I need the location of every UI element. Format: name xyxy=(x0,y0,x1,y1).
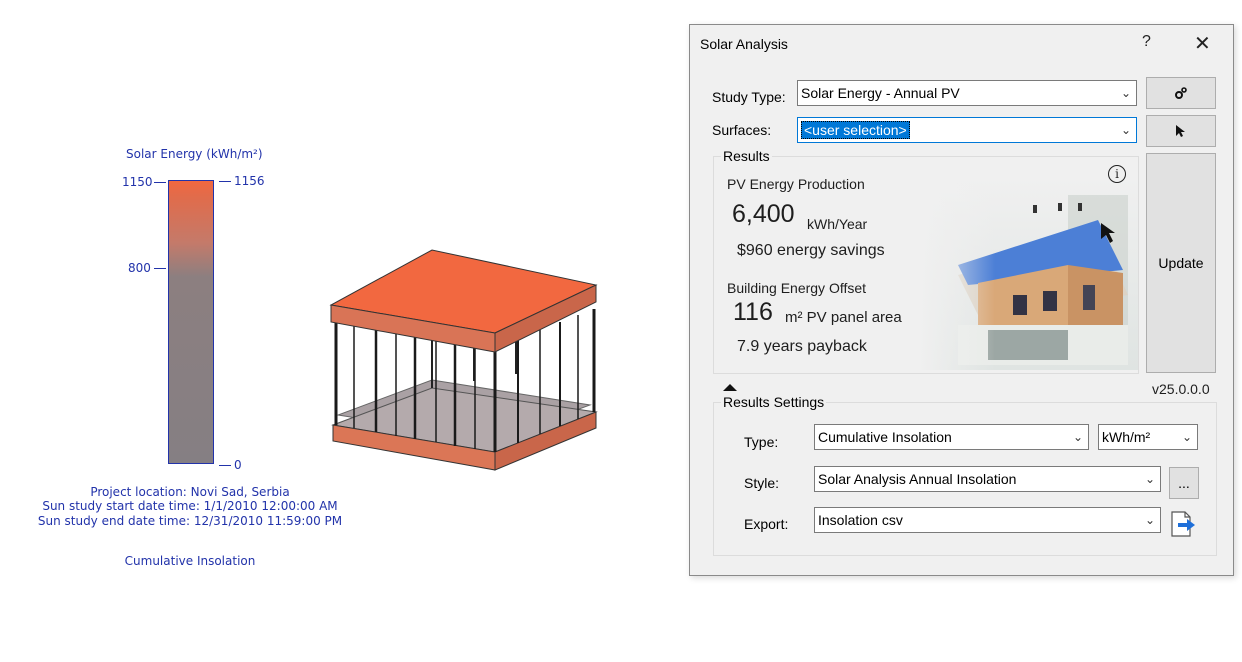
type-dropdown[interactable]: Cumulative Insolation ⌄ xyxy=(814,424,1089,450)
energy-savings: $960 energy savings xyxy=(737,242,885,259)
close-icon[interactable]: ✕ xyxy=(1194,31,1211,56)
pv-energy-value: 6,400 xyxy=(732,200,795,228)
legend-tick-left-mid xyxy=(154,268,166,269)
export-label: Export: xyxy=(744,516,789,532)
legend-type: Cumulative Insolation xyxy=(124,554,256,568)
style-dropdown[interactable]: Solar Analysis Annual Insolation ⌄ xyxy=(814,466,1161,492)
chevron-down-icon: ⌄ xyxy=(1120,86,1131,100)
house-illustration xyxy=(918,175,1138,370)
unit-value: kWh/m² xyxy=(1102,429,1151,445)
gears-icon xyxy=(1175,87,1187,99)
chevron-down-icon: ⌄ xyxy=(1144,472,1155,486)
unit-dropdown[interactable]: kWh/m² ⌄ xyxy=(1098,424,1198,450)
building-model[interactable] xyxy=(325,245,605,475)
legend-tick-left-max xyxy=(154,182,166,183)
offset-heading: Building Energy Offset xyxy=(727,280,867,296)
payback-period: 7.9 years payback xyxy=(737,338,867,355)
info-icon[interactable]: i xyxy=(1108,165,1126,183)
chevron-down-icon: ⌄ xyxy=(1144,513,1155,527)
solar-analysis-dialog: Solar Analysis ? ✕ Study Type: Solar Ene… xyxy=(689,24,1234,576)
legend-tick-right-min xyxy=(219,465,231,466)
surfaces-dropdown[interactable]: <user selection> ⌄ xyxy=(797,117,1137,143)
export-value: Insolation csv xyxy=(818,512,903,528)
pv-energy-heading: PV Energy Production xyxy=(727,176,865,192)
results-settings-title: Results Settings xyxy=(721,394,827,410)
legend-start-time: Sun study start date time: 1/1/2010 12:0… xyxy=(42,499,338,513)
legend-right-min: 0 xyxy=(234,458,242,472)
legend-title: Solar Energy (kWh/m²) xyxy=(126,147,263,161)
export-file-icon[interactable] xyxy=(1170,510,1196,538)
legend-tick-right-max xyxy=(219,181,231,182)
legend-left-mid: 800 xyxy=(128,261,151,275)
chevron-down-icon: ⌄ xyxy=(1120,123,1131,137)
offset-unit: m² PV panel area xyxy=(785,309,902,326)
offset-value: 116 xyxy=(733,298,773,326)
legend-left-max: 1150 xyxy=(122,175,153,189)
export-dropdown[interactable]: Insolation csv ⌄ xyxy=(814,507,1161,533)
cursor-arrow-icon xyxy=(1176,125,1185,137)
settings-button[interactable] xyxy=(1146,77,1216,109)
surfaces-label: Surfaces: xyxy=(712,122,772,138)
type-value: Cumulative Insolation xyxy=(818,429,952,445)
collapse-triangle-icon[interactable] xyxy=(723,384,737,391)
chevron-down-icon: ⌄ xyxy=(1072,430,1083,444)
update-button[interactable]: Update xyxy=(1146,153,1216,373)
legend-right-max: 1156 xyxy=(234,174,265,188)
results-group-title: Results xyxy=(721,148,772,164)
legend-color-bar xyxy=(168,180,214,464)
chevron-down-icon: ⌄ xyxy=(1181,430,1192,444)
style-label: Style: xyxy=(744,475,780,491)
type-label: Type: xyxy=(744,434,779,450)
pv-energy-unit: kWh/Year xyxy=(807,216,868,232)
pick-surfaces-button[interactable] xyxy=(1146,115,1216,147)
study-type-value: Solar Energy - Annual PV xyxy=(801,85,960,101)
dialog-title: Solar Analysis xyxy=(700,36,788,52)
study-type-label: Study Type: xyxy=(712,89,786,105)
legend-end-time: Sun study end date time: 12/31/2010 11:5… xyxy=(37,514,343,528)
legend-project-location: Project location: Novi Sad, Serbia xyxy=(90,485,290,499)
style-more-button[interactable]: ... xyxy=(1169,467,1199,499)
style-value: Solar Analysis Annual Insolation xyxy=(818,471,1017,487)
help-button[interactable]: ? xyxy=(1142,33,1151,51)
version-label: v25.0.0.0 xyxy=(1152,381,1210,397)
surfaces-value: <user selection> xyxy=(801,121,910,139)
study-type-dropdown[interactable]: Solar Energy - Annual PV ⌄ xyxy=(797,80,1137,106)
